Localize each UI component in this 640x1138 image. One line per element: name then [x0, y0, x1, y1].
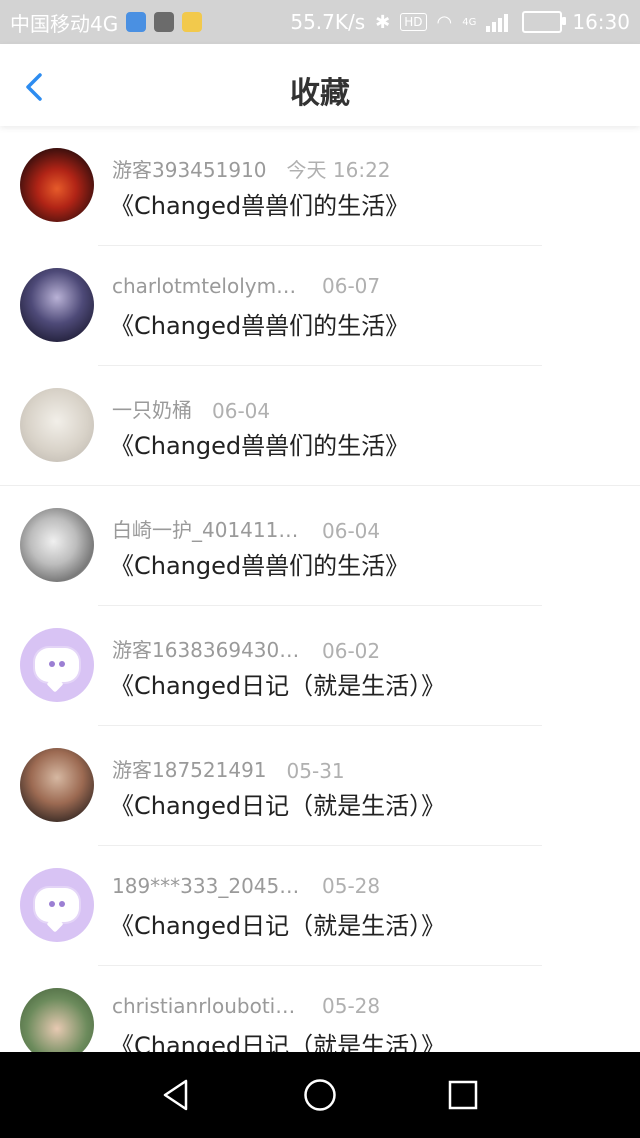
battery-icon — [522, 11, 567, 33]
avatar[interactable] — [20, 388, 94, 462]
book-title[interactable]: 《Changed日记（就是生活）》 — [110, 906, 445, 941]
circle-home-icon — [304, 1079, 336, 1111]
item-meta: christianrloubotiuti... 05-28 — [112, 994, 380, 1018]
date: 06-04 — [212, 399, 271, 423]
wifi-icon: ◠ — [436, 11, 453, 33]
network-type: 4G — [462, 16, 477, 28]
item-meta: 189***333_20458... 05-28 — [112, 874, 380, 898]
avatar[interactable] — [20, 628, 94, 702]
date: 今天 16:22 — [286, 158, 391, 182]
username[interactable]: 游客16383694309... — [112, 634, 302, 663]
status-bar: 中国移动4G 55.7K/s ✱ HD ◠ 4G 16:30 — [0, 0, 640, 44]
avatar[interactable] — [20, 148, 94, 222]
item-meta: 白崎一护_4014112... 06-04 — [112, 514, 380, 543]
list-item[interactable]: 游客16383694309... 06-02 《Changed日记（就是生活）》 — [0, 606, 640, 726]
username[interactable]: 一只奶桶 — [112, 394, 192, 423]
triangle-back-icon — [163, 1079, 188, 1111]
nav-home-button[interactable] — [303, 1078, 337, 1112]
username[interactable]: 游客393451910 — [112, 154, 267, 183]
status-bar-right: 55.7K/s ✱ HD ◠ 4G 16:30 — [290, 0, 630, 44]
status-bar-left: 中国移动4G — [10, 0, 203, 44]
list-item[interactable]: 189***333_20458... 05-28 《Changed日记（就是生活）… — [0, 846, 640, 966]
avatar[interactable] — [20, 508, 94, 582]
username[interactable]: christianrloubotiuti... — [112, 994, 302, 1018]
date: 05-28 — [322, 874, 381, 898]
list-item[interactable]: 游客393451910 今天 16:22 《Changed兽兽们的生活》 — [0, 126, 640, 246]
list-item[interactable]: charlotmtelolymph... 06-07 《Changed兽兽们的生活… — [0, 246, 640, 366]
avatar[interactable] — [20, 748, 94, 822]
date: 06-07 — [322, 274, 381, 298]
username[interactable]: 白崎一护_4014112... — [112, 514, 302, 543]
notification-app-icon — [182, 12, 203, 32]
signal-icon — [486, 12, 512, 32]
book-title[interactable]: 《Changed兽兽们的生活》 — [110, 186, 409, 221]
bluetooth-icon: ✱ — [375, 11, 391, 33]
nav-recent-apps-button[interactable] — [446, 1078, 480, 1112]
carrier-label: 中国移动4G — [10, 11, 119, 36]
book-title[interactable]: 《Changed日记（就是生活）》 — [110, 786, 445, 821]
item-meta: 游客393451910 今天 16:22 — [112, 154, 391, 183]
hd-badge: HD — [400, 13, 427, 31]
page-title: 收藏 — [290, 76, 350, 111]
date: 05-31 — [286, 759, 345, 783]
network-speed: 55.7K/s — [290, 10, 366, 34]
app-header: 收藏 — [0, 44, 640, 126]
list-item[interactable]: 一只奶桶 06-04 《Changed兽兽们的生活》 — [0, 366, 640, 486]
chat-bubble-icon — [35, 888, 79, 922]
date: 05-28 — [322, 994, 381, 1018]
item-meta: 游客187521491 05-31 — [112, 754, 345, 783]
item-meta: 游客16383694309... 06-02 — [112, 634, 380, 663]
nav-back-button[interactable] — [160, 1078, 194, 1112]
item-meta: 一只奶桶 06-04 — [112, 394, 270, 423]
avatar[interactable] — [20, 868, 94, 942]
book-title[interactable]: 《Changed日记（就是生活）》 — [110, 666, 445, 701]
username[interactable]: 游客187521491 — [112, 754, 267, 783]
chat-bubble-icon — [35, 648, 79, 682]
avatar[interactable] — [20, 988, 94, 1052]
list-item[interactable]: christianrloubotiuti... 05-28 《Changed日记（… — [0, 966, 640, 1052]
square-recent-icon — [448, 1080, 478, 1110]
list-item[interactable]: 白崎一护_4014112... 06-04 《Changed兽兽们的生活》 — [0, 486, 640, 606]
username[interactable]: charlotmtelolymph... — [112, 274, 302, 298]
qr-app-icon — [154, 12, 175, 32]
date: 06-02 — [322, 639, 381, 663]
username[interactable]: 189***333_20458... — [112, 874, 302, 898]
avatar[interactable] — [20, 268, 94, 342]
book-title[interactable]: 《Changed兽兽们的生活》 — [110, 426, 409, 461]
date: 06-04 — [322, 519, 381, 543]
book-title[interactable]: 《Changed日记（就是生活）》 — [110, 1026, 445, 1052]
favorites-list: 游客393451910 今天 16:22 《Changed兽兽们的生活》 char… — [0, 126, 640, 1052]
list-item[interactable]: 游客187521491 05-31 《Changed日记（就是生活）》 — [0, 726, 640, 846]
location-icon — [126, 12, 147, 32]
system-nav-bar — [0, 1052, 640, 1138]
book-title[interactable]: 《Changed兽兽们的生活》 — [110, 306, 409, 341]
book-title[interactable]: 《Changed兽兽们的生活》 — [110, 546, 409, 581]
clock: 16:30 — [572, 10, 630, 34]
item-meta: charlotmtelolymph... 06-07 — [112, 274, 380, 298]
